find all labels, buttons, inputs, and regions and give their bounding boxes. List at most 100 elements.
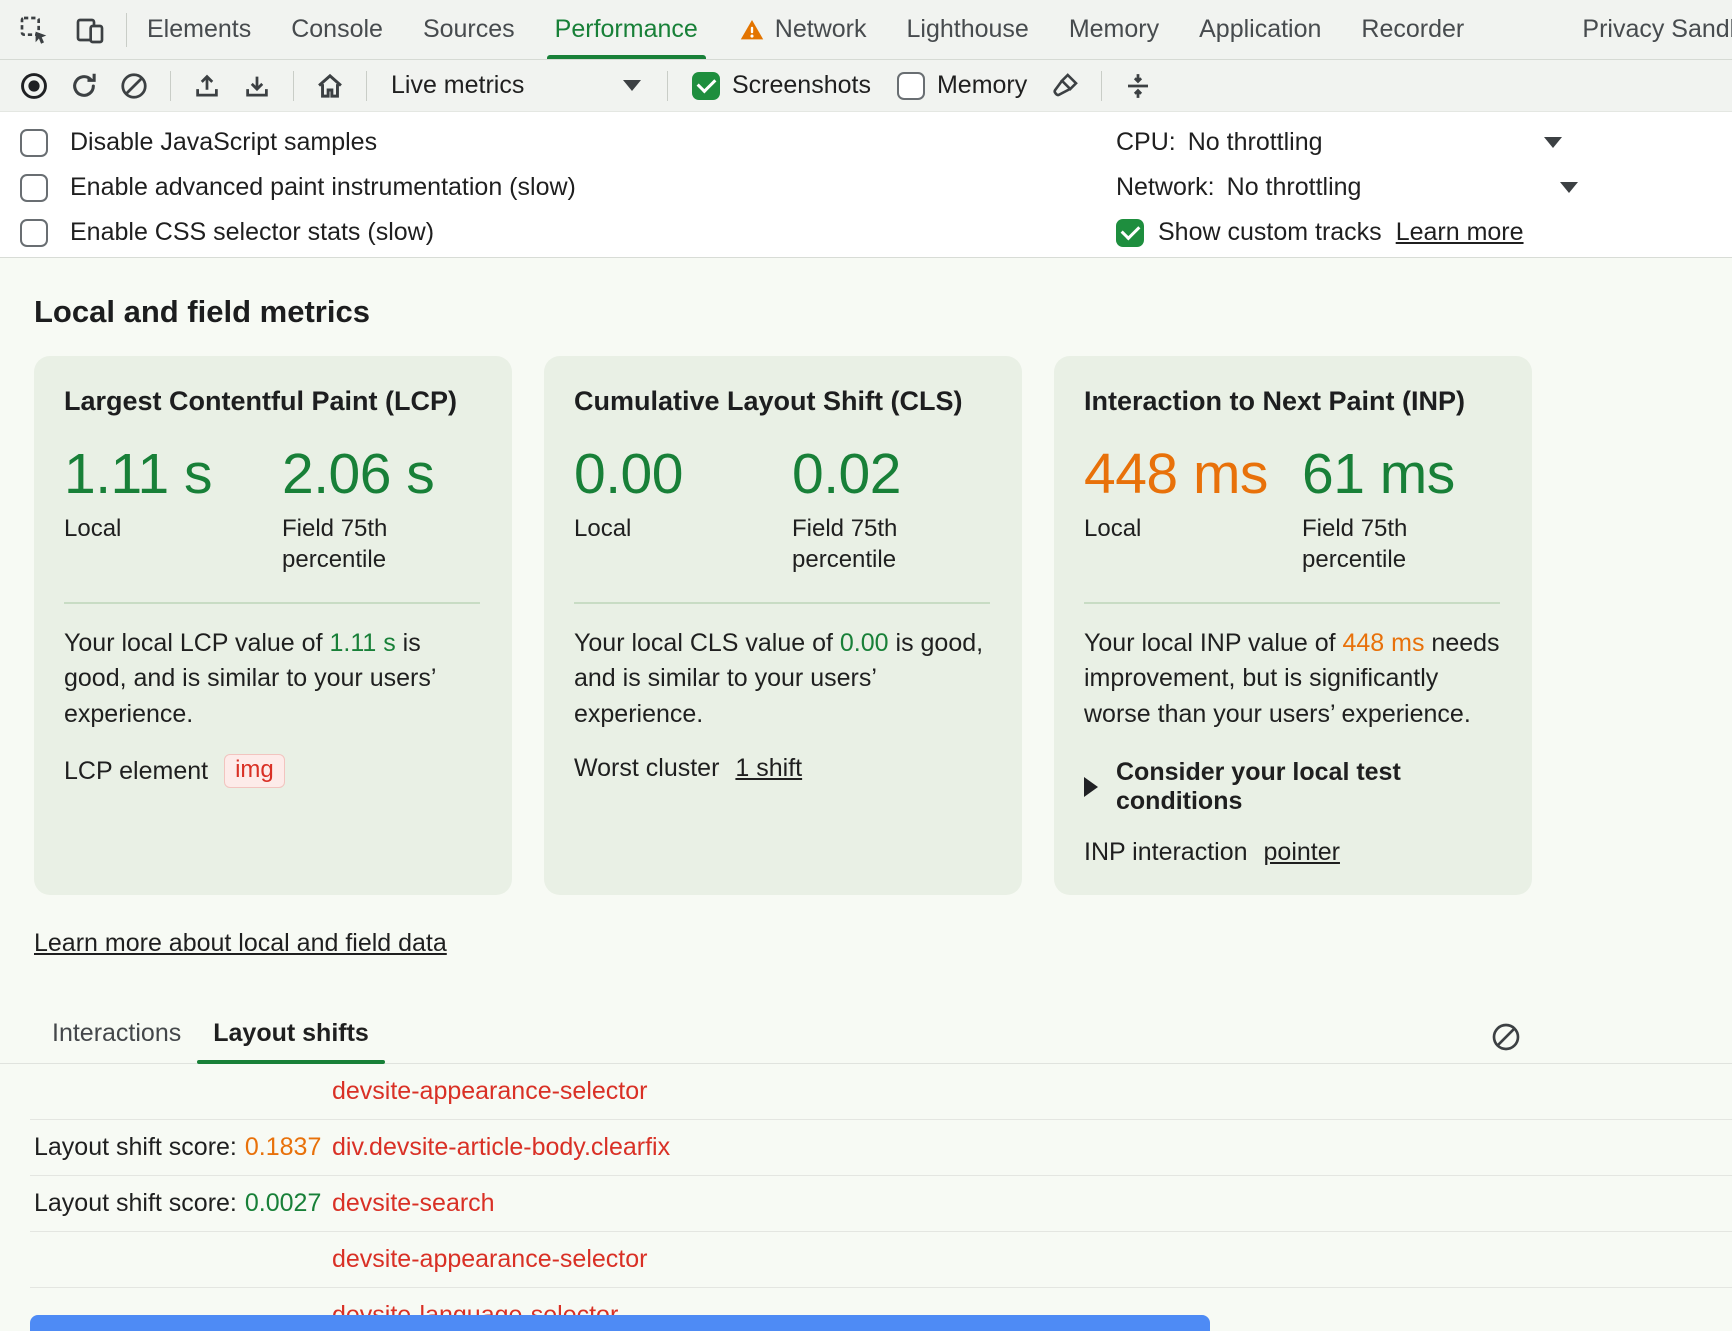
clean-icon[interactable] <box>1043 65 1087 107</box>
css-selector-stats-checkbox[interactable] <box>20 219 48 247</box>
horizontal-scrollbar-thumb[interactable] <box>30 1315 1210 1331</box>
field-value-block: 0.02 Field 75th percentile <box>792 445 917 576</box>
logs-tabbar: Interactions Layout shifts <box>0 1014 1732 1064</box>
network-label: Network: <box>1116 173 1215 202</box>
tab-memory[interactable]: Memory <box>1049 0 1179 59</box>
screenshots-checkbox[interactable] <box>692 72 720 100</box>
local-label: Local <box>1084 513 1209 544</box>
layout-shift-row[interactable]: devsite-appearance-selector <box>30 1232 1732 1288</box>
worst-cluster-link[interactable]: 1 shift <box>735 754 802 783</box>
inspect-icon[interactable] <box>16 12 52 48</box>
desc-text: Your local INP value of <box>1084 629 1343 657</box>
block-icon[interactable] <box>112 65 156 107</box>
tab-label: Lighthouse <box>906 15 1028 44</box>
show-custom-tracks-checkbox[interactable] <box>1116 219 1144 247</box>
tab-recorder[interactable]: Recorder <box>1341 0 1484 59</box>
performance-toolbar: Live metrics Screenshots Memory <box>0 60 1732 112</box>
field-label: Field 75th percentile <box>792 513 917 575</box>
desc-value: 448 ms <box>1343 629 1425 657</box>
screenshots-label: Screenshots <box>732 71 871 100</box>
divider <box>366 71 367 101</box>
disable-js-samples-checkbox[interactable] <box>20 129 48 157</box>
clear-log-icon[interactable] <box>1488 1019 1524 1055</box>
divider <box>293 71 294 101</box>
local-value-block: 0.00 Local <box>574 445 792 576</box>
inp-interaction-link[interactable]: pointer <box>1264 838 1340 867</box>
field-label: Field 75th percentile <box>282 513 407 575</box>
network-throttling-select[interactable]: No throttling <box>1227 173 1564 202</box>
field-data-learn-more-link[interactable]: Learn more about local and field data <box>34 929 447 958</box>
tab-label: Privacy Sandbox <box>1582 15 1732 44</box>
metric-description: Your local INP value of 448 ms needs imp… <box>1084 626 1500 733</box>
score-value: 0.0027 <box>245 1189 321 1217</box>
tab-label: Interactions <box>52 1019 181 1047</box>
tab-layout-shifts[interactable]: Layout shifts <box>197 1019 385 1063</box>
local-value: 448 ms <box>1084 445 1302 503</box>
cpu-throttling-select[interactable]: No throttling <box>1188 128 1564 157</box>
tab-privacy-sandbox[interactable]: Privacy Sandbox <box>1562 0 1732 59</box>
device-toolbar-icon[interactable] <box>72 12 108 48</box>
advanced-paint-checkbox[interactable] <box>20 174 48 202</box>
chevron-down-icon <box>1544 137 1562 148</box>
tab-label: Performance <box>555 15 698 44</box>
chevron-down-icon <box>1560 182 1578 193</box>
shifted-element-link[interactable]: devsite-search <box>332 1189 495 1218</box>
layout-shift-row[interactable]: devsite-appearance-selector <box>30 1064 1732 1120</box>
memory-label: Memory <box>937 71 1027 100</box>
tab-performance[interactable]: Performance <box>535 0 718 59</box>
tab-network[interactable]: Network <box>718 0 887 59</box>
lcp-element-node-link[interactable]: img <box>224 754 285 788</box>
tab-interactions[interactable]: Interactions <box>36 1019 197 1063</box>
local-label: Local <box>574 513 699 544</box>
cpu-throttling-value: No throttling <box>1188 128 1323 157</box>
layout-shift-score: Layout shift score: 0.0027 <box>30 1189 332 1218</box>
tab-label: Elements <box>147 15 251 44</box>
local-value-block: 1.11 s Local <box>64 445 282 576</box>
layout-shift-row[interactable]: Layout shift score:0.1837 div.devsite-ar… <box>30 1120 1732 1176</box>
upload-profile-icon[interactable] <box>185 65 229 107</box>
tab-application[interactable]: Application <box>1179 0 1341 59</box>
card-divider <box>64 602 480 604</box>
reload-icon[interactable] <box>62 65 106 107</box>
shifted-element-link[interactable]: div.devsite-article-body.clearfix <box>332 1133 670 1162</box>
worst-cluster-row: Worst cluster 1 shift <box>574 754 990 783</box>
values-row: 1.11 s Local 2.06 s Field 75th percentil… <box>64 445 480 576</box>
setting-label: Enable advanced paint instrumentation (s… <box>70 173 576 202</box>
download-profile-icon[interactable] <box>235 65 279 107</box>
shifted-element-link[interactable]: devsite-appearance-selector <box>332 1245 647 1274</box>
field-value: 2.06 s <box>282 445 434 503</box>
desc-text: Your local CLS value of <box>574 629 840 657</box>
network-throttling-row: Network: No throttling <box>1116 165 1564 210</box>
layout-shift-row[interactable]: Layout shift score: 0.0027 devsite-search <box>30 1176 1732 1232</box>
panel-tabs: Elements Console Sources Performance Net… <box>127 0 1732 59</box>
performance-settings: Disable JavaScript samples Enable advanc… <box>0 112 1732 258</box>
tab-sources[interactable]: Sources <box>403 0 535 59</box>
custom-tracks-learn-more-link[interactable]: Learn more <box>1396 218 1524 247</box>
local-value: 0.00 <box>574 445 792 503</box>
record-icon[interactable] <box>12 65 56 107</box>
tab-label: Application <box>1199 15 1321 44</box>
local-test-conditions-expander[interactable]: Consider your local test conditions <box>1084 758 1500 816</box>
lcp-element-row: LCP element img <box>64 754 480 788</box>
settings-left: Disable JavaScript samples Enable advanc… <box>20 120 576 257</box>
home-icon[interactable] <box>308 65 352 107</box>
card-divider <box>1084 602 1500 604</box>
divider <box>170 71 171 101</box>
setting-label: Disable JavaScript samples <box>70 128 377 157</box>
desc-text: Your local LCP value of <box>64 629 329 657</box>
view-mode-select[interactable]: Live metrics <box>381 71 653 100</box>
devtools-root: Elements Console Sources Performance Net… <box>0 0 1732 1331</box>
score-label: Layout shift score: <box>34 1189 237 1217</box>
tab-console[interactable]: Console <box>271 0 403 59</box>
shifted-element-link[interactable]: devsite-appearance-selector <box>332 1077 647 1106</box>
values-row: 0.00 Local 0.02 Field 75th percentile <box>574 445 990 576</box>
tab-elements[interactable]: Elements <box>127 0 271 59</box>
shortcuts-collapse-icon[interactable] <box>1116 65 1160 107</box>
tab-lighthouse[interactable]: Lighthouse <box>886 0 1048 59</box>
divider <box>667 71 668 101</box>
page-title: Local and field metrics <box>34 294 1732 330</box>
score-label: Layout shift score: <box>34 1133 237 1161</box>
tabbar-left-icons <box>0 0 126 59</box>
memory-checkbox[interactable] <box>897 72 925 100</box>
field-value-block: 61 ms Field 75th percentile <box>1302 445 1455 576</box>
